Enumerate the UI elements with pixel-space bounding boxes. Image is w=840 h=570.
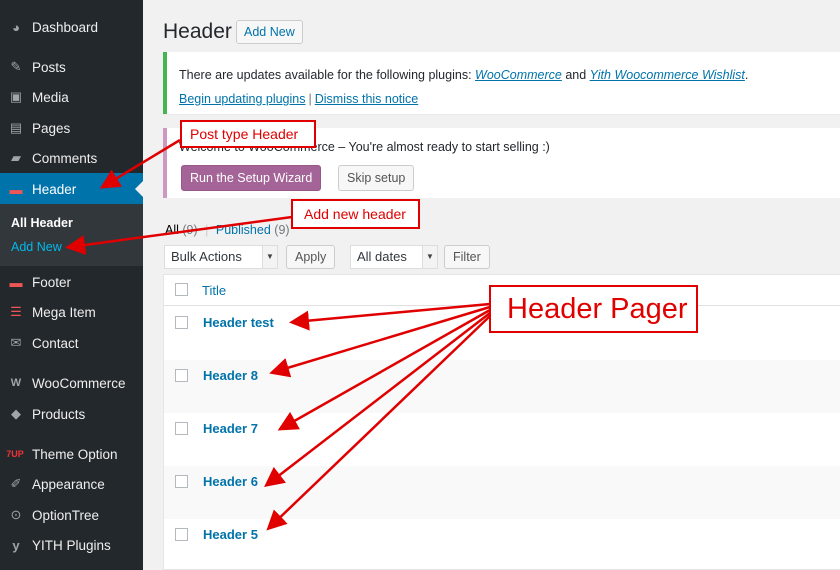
dismiss-notice-link[interactable]: Dismiss this notice: [315, 92, 419, 106]
notice-prefix: There are updates available for the foll…: [179, 68, 476, 82]
date-filter-select[interactable]: All dates ▼: [350, 245, 438, 269]
table-row: Header 8: [164, 360, 840, 413]
filter-separator: |: [205, 223, 209, 237]
notice-separator: |: [308, 92, 312, 106]
submenu-all-header[interactable]: All Header: [11, 216, 73, 230]
notice-and: and: [561, 68, 590, 82]
filter-published[interactable]: Published: [216, 223, 271, 237]
pin-icon: ✎: [10, 59, 22, 74]
appearance-icon: ✐: [10, 476, 22, 491]
menu-label: Dashboard: [32, 19, 99, 35]
menu-label: Comments: [32, 150, 98, 166]
row-checkbox[interactable]: [175, 422, 188, 435]
menu-mega-item[interactable]: ☰ Mega Item: [0, 297, 143, 327]
menu-media[interactable]: ▣ Media: [0, 82, 143, 112]
menu-header[interactable]: ▬ Header: [0, 173, 143, 205]
menu-label: Header: [32, 181, 77, 197]
woocommerce-link[interactable]: WooCommerce: [475, 68, 562, 82]
menu-label: Posts: [32, 59, 66, 75]
menu-label: YITH Plugins: [32, 537, 111, 553]
bulk-actions-select[interactable]: Bulk Actions ▼: [164, 245, 278, 269]
header-icon: ▬: [9, 181, 23, 197]
select-all-checkbox[interactable]: [175, 283, 188, 296]
bulk-actions-value: Bulk Actions: [171, 249, 242, 264]
page-title: Header: [163, 20, 232, 43]
notice-actions: Begin updating plugins | Dismiss this noti…: [179, 92, 418, 106]
menu-label: WooCommerce: [32, 375, 126, 391]
woocommerce-icon: W: [10, 377, 22, 389]
submenu-add-new[interactable]: Add New: [11, 240, 62, 254]
row-checkbox[interactable]: [175, 369, 188, 382]
chevron-down-icon: ▼: [262, 246, 277, 268]
mail-icon: ✉: [10, 335, 22, 350]
menu-theme-option[interactable]: 7UP Theme Option: [0, 439, 143, 469]
filter-button[interactable]: Filter: [444, 245, 490, 269]
menu-dashboard[interactable]: ◕ Dashboard: [0, 12, 143, 42]
menu-appearance[interactable]: ✐ Appearance: [0, 469, 143, 499]
admin-sidebar: ◕ Dashboard ✎ Posts ▣ Media ▤ Pages ▰ Comment…: [0, 0, 143, 570]
row-checkbox[interactable]: [175, 316, 188, 329]
menu-contact[interactable]: ✉ Contact: [0, 328, 143, 358]
status-filter-links: All (9) | Published (9): [165, 223, 290, 237]
menu-comments[interactable]: ▰ Comments: [0, 143, 143, 173]
menu-label: Products: [32, 406, 86, 422]
footer-icon: ▬: [9, 274, 23, 290]
menu-yith-plugins[interactable]: y YITH Plugins: [0, 530, 143, 560]
table-row: Header 5: [164, 519, 840, 570]
row-title-link[interactable]: Header 8: [203, 368, 258, 383]
filter-all[interactable]: All: [165, 223, 179, 237]
apply-button[interactable]: Apply: [286, 245, 336, 269]
menu-label: Media: [32, 89, 69, 105]
menu-label: Appearance: [32, 476, 105, 492]
menu-optiontree[interactable]: ⊙ OptionTree: [0, 500, 143, 530]
dashboard-icon: ◕: [12, 19, 20, 35]
optiontree-icon: ⊙: [10, 507, 22, 522]
row-title-link[interactable]: Header 7: [203, 421, 258, 436]
menu-label: OptionTree: [32, 507, 100, 523]
products-icon: ◆: [11, 406, 21, 421]
row-title-link[interactable]: Header 5: [203, 527, 258, 542]
yith-wishlist-link[interactable]: Yith Woocommerce Wishlist: [590, 68, 745, 82]
menu-label: Pages: [32, 120, 71, 136]
notice-text: There are updates available for the foll…: [179, 68, 748, 82]
annotation-add-new-header: Add new header: [291, 199, 420, 229]
row-checkbox[interactable]: [175, 475, 188, 488]
row-title-link[interactable]: Header test: [203, 315, 274, 330]
menu-woocommerce[interactable]: W WooCommerce: [0, 368, 143, 398]
menu-pages[interactable]: ▤ Pages: [0, 113, 143, 143]
plugin-update-notice: There are updates available for the foll…: [163, 52, 840, 114]
pages-icon: ▤: [9, 120, 23, 135]
media-icon: ▣: [9, 89, 23, 104]
annotation-header-pager: Header Pager: [489, 285, 698, 333]
menu-posts[interactable]: ✎ Posts: [0, 52, 143, 82]
annotation-post-type: Post type Header: [180, 120, 316, 148]
row-title-link[interactable]: Header 6: [203, 474, 258, 489]
run-setup-wizard-button[interactable]: Run the Setup Wizard: [181, 165, 322, 191]
date-filter-value: All dates: [357, 249, 407, 264]
row-checkbox[interactable]: [175, 528, 188, 541]
filter-all-count: (9): [182, 223, 198, 237]
yith-icon: y: [12, 537, 20, 553]
skip-setup-button[interactable]: Skip setup: [338, 165, 415, 191]
active-arrow: [135, 181, 143, 197]
header-submenu: All Header Add New: [0, 204, 143, 266]
chevron-down-icon: ▼: [422, 246, 437, 268]
begin-updating-link[interactable]: Begin updating plugins: [179, 92, 306, 106]
table-row: Header 6: [164, 466, 840, 519]
menu-label: Footer: [32, 274, 72, 290]
menu-label: Contact: [32, 335, 79, 351]
table-row: Header 7: [164, 413, 840, 466]
menu-footer[interactable]: ▬ Footer: [0, 267, 143, 297]
menu-products[interactable]: ◆ Products: [0, 399, 143, 429]
menu-label: Theme Option: [32, 446, 118, 462]
add-new-button[interactable]: Add New: [236, 20, 303, 44]
comments-icon: ▰: [11, 150, 21, 165]
column-title[interactable]: Title: [202, 283, 226, 298]
notice-period: .: [744, 68, 749, 82]
mega-item-icon: ☰: [10, 304, 22, 319]
theme-option-icon: 7UP: [6, 449, 24, 459]
menu-label: Mega Item: [32, 304, 96, 320]
filter-published-count: (9): [274, 223, 290, 237]
